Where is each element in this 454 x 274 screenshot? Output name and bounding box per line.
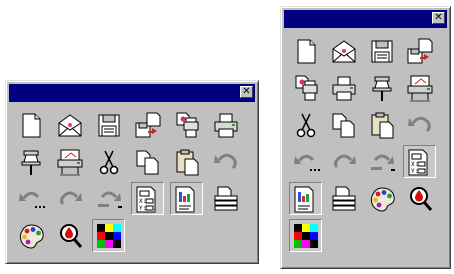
copy-icon [329,110,359,140]
color-grid-icon [291,221,321,251]
color-palette-button[interactable] [365,182,398,215]
svg-text:X:: X: [411,161,418,168]
color-grid-button[interactable] [289,219,322,252]
doc-printer-button[interactable] [170,108,203,141]
doc-printer-icon [172,110,202,140]
push-pin-button[interactable] [14,145,47,178]
layer-stack-icon [211,184,241,214]
save-transfer-button[interactable] [403,34,436,67]
save-disk-button[interactable] [92,108,125,141]
printer-icon [211,110,241,140]
magnifier-drop-button[interactable] [53,219,86,252]
chart-properties-button[interactable] [289,182,322,215]
magnifier-drop-button[interactable] [403,182,436,215]
toolbar-palette-narrow: ✕ X: Y: [280,6,451,269]
palette-title-bar[interactable]: ✕ [9,84,255,102]
color-palette-icon [16,221,46,251]
new-document-button[interactable] [289,34,322,67]
copy-button[interactable] [131,145,164,178]
color-palette-button[interactable] [14,219,47,252]
paste-button[interactable] [365,108,398,141]
undo-icon [211,147,241,177]
redo-icon [55,184,85,214]
tool-grid: X: Y: [14,108,242,252]
undo-button[interactable] [209,145,242,178]
paste-button[interactable] [170,145,203,178]
close-button[interactable]: ✕ [240,86,253,98]
printer-button[interactable] [209,108,242,141]
redo-button[interactable] [53,182,86,215]
doc-printer-icon [291,73,321,103]
toolbar-palette-wide: ✕ X: Y: [5,80,259,264]
layer-stack-button[interactable] [209,182,242,215]
doc-printer-button[interactable] [289,71,322,104]
properties-icon: X: Y: [405,147,435,177]
svg-text:X:: X: [139,198,146,205]
close-button[interactable]: ✕ [432,12,445,24]
save-transfer-icon [405,36,435,66]
copy-button[interactable] [327,108,360,141]
save-transfer-icon [133,110,163,140]
paste-icon [172,147,202,177]
scissors-button[interactable] [92,145,125,178]
color-grid-button[interactable] [92,219,125,252]
undo-multiple-button[interactable] [14,182,47,215]
printer-icon [329,73,359,103]
layer-stack-button[interactable] [327,182,360,215]
save-disk-button[interactable] [365,34,398,67]
save-disk-icon [367,36,397,66]
chart-properties-icon [172,184,202,214]
scissors-button[interactable] [289,108,322,141]
magnifier-drop-icon [55,221,85,251]
properties-button[interactable]: X: Y: [403,145,436,178]
layer-stack-icon [329,184,359,214]
push-pin-button[interactable] [365,71,398,104]
palette-title-bar[interactable]: ✕ [284,10,447,28]
color-grid-icon [94,221,124,251]
properties-icon: X: Y: [133,184,163,214]
plotter-button[interactable] [403,71,436,104]
redo-button[interactable] [327,145,360,178]
push-pin-icon [367,73,397,103]
tool-grid: X: Y: [289,34,436,252]
undo-multiple-button[interactable] [289,145,322,178]
push-pin-icon [16,147,46,177]
plotter-button[interactable] [53,145,86,178]
save-disk-icon [94,110,124,140]
redo-multiple-button[interactable] [365,145,398,178]
svg-text:Y:: Y: [411,168,418,175]
redo-icon [329,147,359,177]
printer-button[interactable] [327,71,360,104]
scissors-icon [291,110,321,140]
open-envelope-button[interactable] [53,108,86,141]
undo-icon [405,110,435,140]
svg-text:Y:: Y: [139,205,146,212]
open-envelope-icon [329,36,359,66]
save-transfer-button[interactable] [131,108,164,141]
new-document-icon [16,110,46,140]
scissors-icon [94,147,124,177]
copy-icon [133,147,163,177]
color-palette-icon [367,184,397,214]
undo-multiple-icon [16,184,46,214]
open-envelope-icon [55,110,85,140]
redo-multiple-icon [367,147,397,177]
properties-button[interactable]: X: Y: [131,182,164,215]
plotter-icon [405,73,435,103]
plotter-icon [55,147,85,177]
open-envelope-button[interactable] [327,34,360,67]
new-document-icon [291,36,321,66]
undo-button[interactable] [403,108,436,141]
new-document-button[interactable] [14,108,47,141]
chart-properties-button[interactable] [170,182,203,215]
paste-icon [367,110,397,140]
redo-multiple-button[interactable] [92,182,125,215]
undo-multiple-icon [291,147,321,177]
chart-properties-icon [291,184,321,214]
magnifier-drop-icon [405,184,435,214]
redo-multiple-icon [94,184,124,214]
